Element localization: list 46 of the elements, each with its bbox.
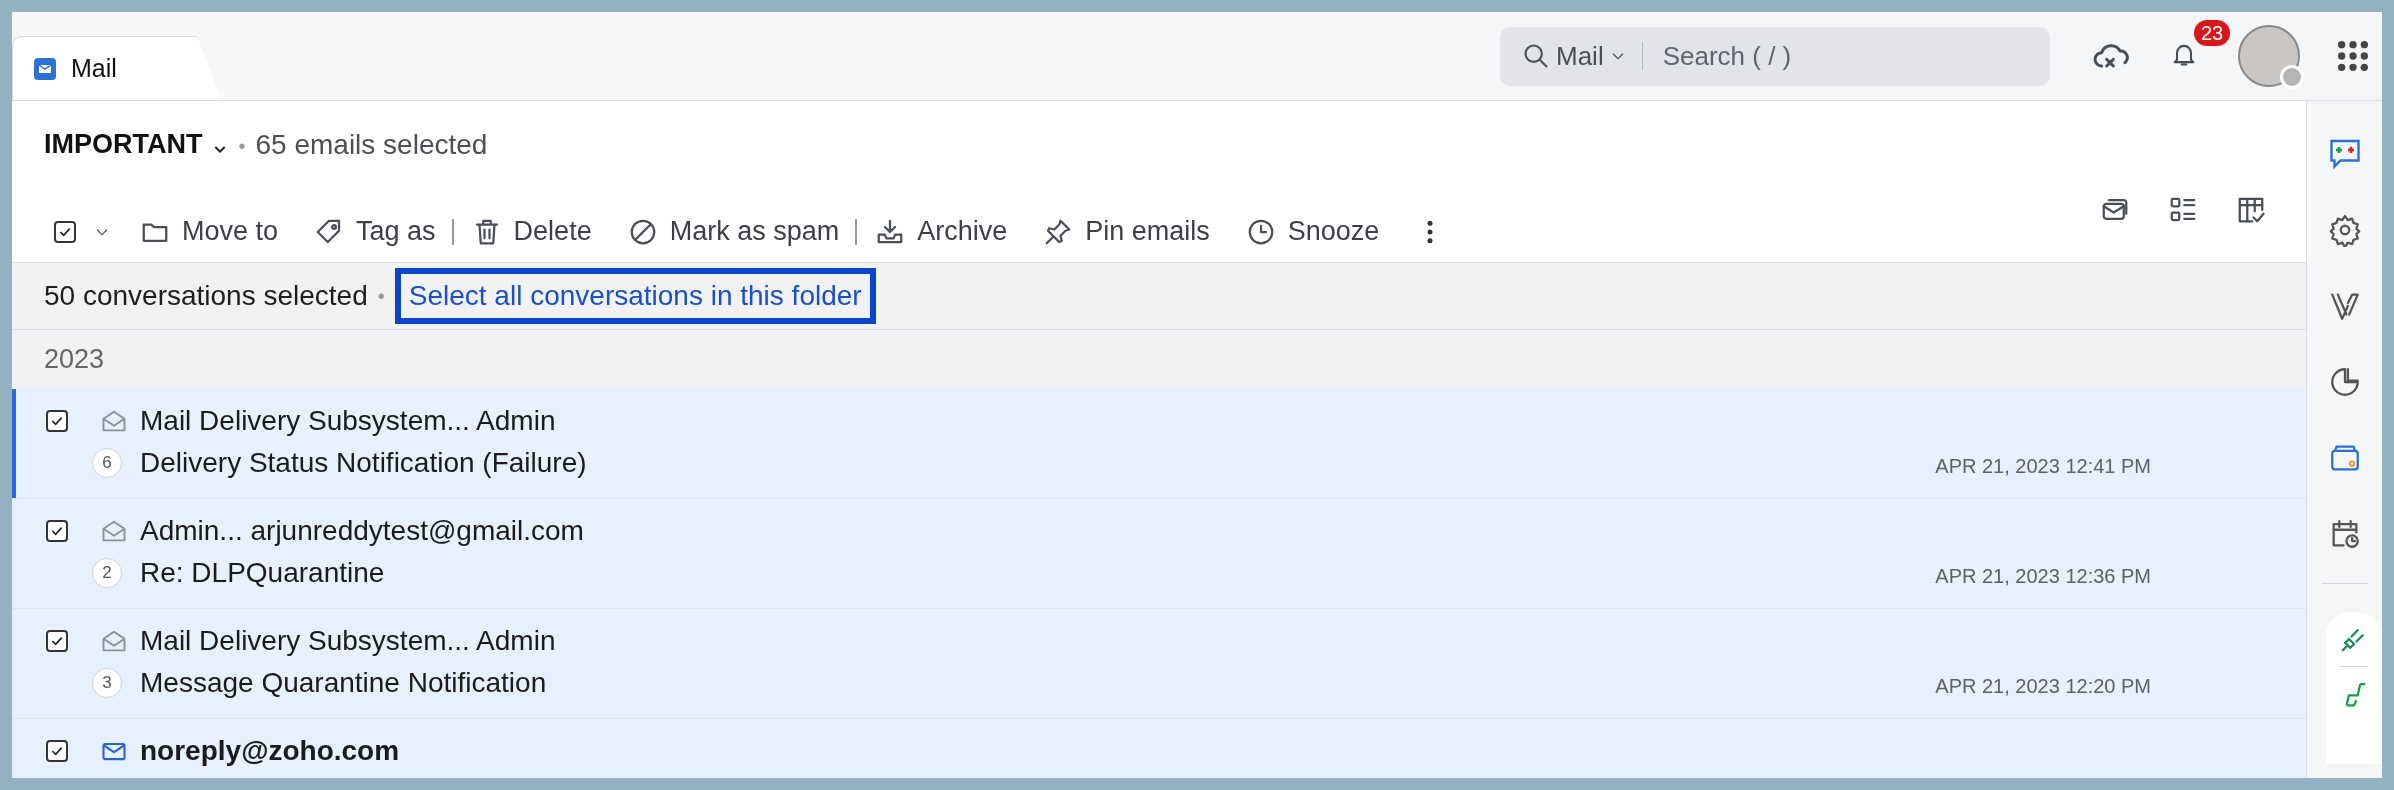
toolbar-button[interactable]: Archive xyxy=(875,216,1008,247)
checkbox[interactable] xyxy=(46,630,68,652)
toolbar-button[interactable]: Snooze xyxy=(1245,216,1380,247)
separator-dot: • xyxy=(238,135,246,158)
thread-count: 2 xyxy=(92,558,122,588)
sender: noreply@zoho.com xyxy=(140,735,401,767)
email-row[interactable]: Mail Delivery Subsystem... Admin 6 Delivery Status Notification (Failure) APR 21, 2023 12:41 PM xyxy=(12,389,2306,499)
toolbar-button[interactable]: Delete xyxy=(471,216,592,247)
toolbar-button[interactable]: Tag as xyxy=(314,216,436,247)
selection-count: 50 conversations selected xyxy=(44,280,368,312)
notification-badge: 23 xyxy=(2194,20,2231,46)
thread-count: 6 xyxy=(92,448,122,478)
checkbox[interactable] xyxy=(46,520,68,542)
date: APR 21, 2023 12:36 PM xyxy=(1935,564,2151,588)
sender: Mail Delivery Subsystem... Admin xyxy=(140,405,557,437)
email-row[interactable]: noreply@zoho.com xyxy=(12,719,2306,778)
sender: Mail Delivery Subsystem... Admin xyxy=(140,625,557,657)
group-header: 2023 xyxy=(44,344,105,375)
date: APR 21, 2023 12:41 PM xyxy=(1935,454,2151,478)
toolbar-button[interactable]: Mark as spam xyxy=(627,216,840,247)
status-dot xyxy=(2280,65,2304,89)
selection-summary: 65 emails selected xyxy=(255,129,488,161)
toolbar-button[interactable]: Pin emails xyxy=(1043,216,1210,247)
thread-count: 3 xyxy=(92,668,122,698)
toolbar-button[interactable]: Move to xyxy=(140,216,279,247)
separator-dot: • xyxy=(377,284,385,308)
search-field[interactable]: Mail Search ( / ) xyxy=(1500,26,2050,86)
settings-icon[interactable] xyxy=(2327,213,2362,247)
subject: Message Quarantine Notification xyxy=(140,667,548,699)
search-scope[interactable]: Mail xyxy=(1556,42,1604,70)
subject: Re: DLPQuarantine xyxy=(140,557,386,589)
sender: Admin... arjunreddytest@gmail.com xyxy=(140,515,585,547)
table-check-icon[interactable] xyxy=(2236,195,2266,225)
checkbox[interactable] xyxy=(46,410,68,432)
email-row[interactable]: Mail Delivery Subsystem... Admin 3 Message Quarantine Notification APR 21, 2023 12:20 PM xyxy=(12,609,2306,719)
checkbox[interactable] xyxy=(54,220,76,243)
email-row[interactable]: Admin... arjunreddytest@gmail.com 2 Re: DLPQuarantine APR 21, 2023 12:36 PM xyxy=(12,499,2306,609)
folder-title[interactable]: IMPORTANT xyxy=(44,129,203,160)
checkbox[interactable] xyxy=(46,740,68,762)
date: APR 21, 2023 12:20 PM xyxy=(1935,674,2151,698)
select-all-link[interactable]: Select all conversations in this folder xyxy=(394,268,876,324)
mail-tab[interactable]: Mail xyxy=(12,36,222,100)
mail-app-icon xyxy=(33,56,57,81)
search-icon xyxy=(1522,42,1550,70)
subject: Delivery Status Notification (Failure) xyxy=(140,447,588,479)
apps-grid-icon[interactable] xyxy=(2336,39,2370,73)
